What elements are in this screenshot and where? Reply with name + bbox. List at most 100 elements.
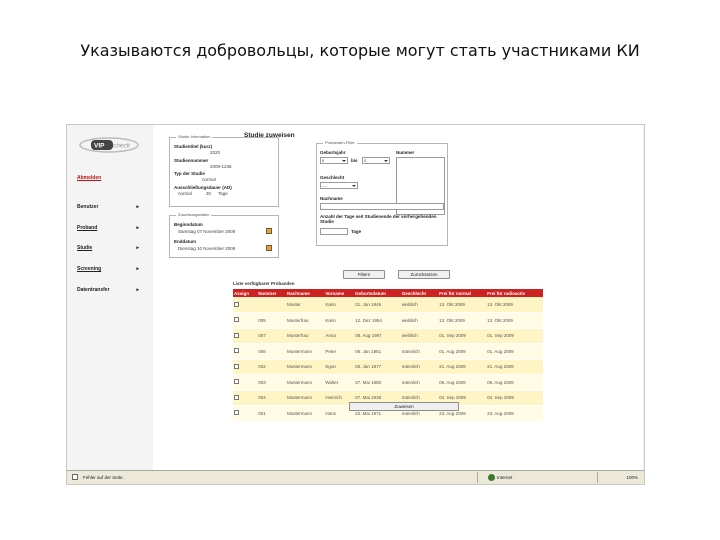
assign-checkbox-cell[interactable] [233,390,258,406]
sidebar-item-abmelden[interactable]: Abmelden [77,175,143,181]
assign-checkbox-cell[interactable] [233,405,258,422]
main-content: Studie Information Studientitel (kurz) 2… [153,125,643,471]
reset-button[interactable]: Zurücksetzen [398,270,450,279]
table-cell: 08. Aug 2009 [486,374,543,391]
sidebar-item-label: Screening [77,266,102,272]
slide-title: Указываются добровольцы, которые могут с… [80,41,640,60]
table-cell: weiblich [400,312,439,329]
assign-checkbox-cell[interactable] [233,374,258,391]
study-info-legend: Studie Information [176,134,213,139]
table-cell: weiblich [400,328,439,344]
status-text[interactable]: Fehler auf der Seite. [83,475,124,480]
assign-checkbox[interactable] [234,317,239,323]
filter-button[interactable]: Filtern [343,270,385,279]
warning-icon[interactable] [72,474,78,480]
study-type-value: normal [202,177,216,182]
table-cell: 07. Mai 1980 [354,374,401,391]
table-cell: 01. Sep 2009 [486,328,543,344]
status-bar: Fehler auf der Seite. Internet 100% [67,470,644,484]
filter-legend: Probanden-Filter [323,140,357,145]
assign-checkbox[interactable] [234,348,239,354]
assign-checkbox[interactable] [234,301,239,307]
lastname-label: Nachname [320,196,343,201]
table-cell: 05. Jan 1977 [354,359,401,375]
birth-to-select[interactable]: 0 [362,157,390,164]
security-zone: Internet [497,475,513,480]
birth-to-label: bis [351,158,358,163]
gender-label: Geschlecht [320,175,345,180]
assign-checkbox[interactable] [234,332,239,338]
table-cell: Walter [324,374,355,391]
gender-select[interactable]: ---- [320,182,358,189]
study-info-panel: Studie Information Studientitel (kurz) 2… [169,134,279,207]
table-caption: Liste verfügbarer Probanden [233,281,295,286]
column-header[interactable]: Frei für radioactiv [486,289,543,297]
assign-checkbox[interactable] [234,410,239,416]
calendar-icon[interactable] [266,245,272,251]
browser-window: VIP check Abmelden Benutzer ▸ Proband ▸ … [66,124,645,485]
assign-checkbox-cell[interactable] [233,343,258,360]
table-cell: Karin [324,297,355,313]
column-header[interactable]: Assign [233,289,258,297]
assign-checkbox-cell[interactable] [233,297,258,313]
table-cell: Musterfrau [285,328,325,344]
end-date-label: Enddatum [174,239,196,244]
column-header[interactable]: Geburtsdatum [354,289,401,297]
study-type-label: Typ der Studie [174,171,205,176]
table-cell: Karin [324,312,355,329]
sidebar-item-datentransfer[interactable]: Datentransfer ▸ [77,287,143,293]
period-legend: Zuweisungsdaten [176,212,212,217]
table-cell: 006 [257,343,286,360]
table-cell: 21. Aug 2009 [438,359,487,375]
table-cell: 04. Sep 2009 [486,390,543,406]
globe-icon [488,474,495,481]
table-cell: männlich [400,359,439,375]
column-header[interactable]: Geschlecht [400,289,439,297]
table-cell: 12. Dez 1954 [354,312,401,329]
column-header[interactable]: Vorname [324,289,355,297]
assign-checkbox[interactable] [234,363,239,369]
assign-button[interactable]: Zuweisen [349,402,459,411]
table-cell: 01. Jan 1946 [354,297,401,313]
sidebar-item-benutzer[interactable]: Benutzer ▸ [77,204,143,210]
calendar-icon[interactable] [266,228,272,234]
column-header[interactable]: Frei für normal [438,289,487,297]
chevron-right-icon: ▸ [136,245,139,251]
study-number-value: 2009-1235 [210,164,232,169]
exclusion-type: normal [178,191,192,196]
table-cell: männlich [400,374,439,391]
lastname-input[interactable] [320,203,444,210]
birth-from-select[interactable]: 0 [320,157,348,164]
assign-checkbox-cell[interactable] [233,328,258,344]
table-cell: 08. Aug 1987 [354,328,401,344]
page-title: Studie zuweisen [244,132,295,139]
table-cell: Mustermann [285,405,325,422]
table-cell: 001 [257,405,286,422]
assign-checkbox-cell[interactable] [233,312,258,329]
column-header[interactable]: Nummer [257,289,286,297]
days-since-input[interactable] [320,228,348,235]
logo-check-text: check [113,143,131,150]
assign-checkbox[interactable] [234,394,239,400]
table-cell: 002 [257,359,286,375]
zoom-level[interactable]: 100% [626,475,638,480]
status-divider [477,472,478,483]
table-cell: 01. Aug 2009 [438,343,487,360]
table-row: 007 Musterfrau Anna 08. Aug 1987 weiblich 01.… [233,328,543,344]
sidebar-item-screening[interactable]: Screening ▸ [77,266,143,272]
exclusion-days: 30 [206,191,212,196]
study-number-label: Studiennummer [174,158,209,163]
days-unit: Tage [351,229,362,234]
assign-checkbox-cell[interactable] [233,359,258,375]
filter-panel: Probanden-Filter Geburtsjahr 0 bis 0 Num… [316,140,448,246]
status-divider [597,472,598,483]
table-cell: 007 [257,328,286,344]
column-header[interactable]: Nachname [285,289,325,297]
table-cell: Mustermann [285,374,325,391]
assign-checkbox[interactable] [234,379,239,385]
sidebar-item-studie[interactable]: Studie ▸ [77,245,143,251]
number-label: Nummer [396,150,415,155]
start-date-value: Samstag 07 November 2009 [178,229,236,234]
sidebar-item-proband[interactable]: Proband ▸ [77,225,143,231]
start-date-label: Beginndatum [174,222,203,227]
